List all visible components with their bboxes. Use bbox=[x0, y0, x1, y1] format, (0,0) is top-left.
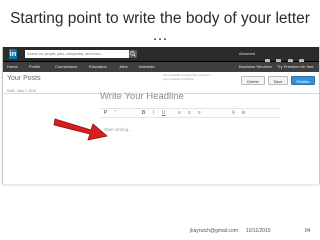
delete-button[interactable]: Delete bbox=[241, 76, 265, 85]
format-toolbar: P ” B I U ≡ ≡ ≡ ⚲ ⊘ bbox=[100, 108, 280, 118]
nav-bar: Home Profile Connections Education Jobs … bbox=[3, 62, 319, 72]
nav-business-services[interactable]: Business Services bbox=[239, 62, 272, 72]
italic-button[interactable]: I bbox=[150, 109, 157, 117]
search-icon bbox=[130, 51, 136, 57]
nav-interests[interactable]: Interests bbox=[139, 62, 154, 72]
footer-email: jkayrutch@gmail.com bbox=[190, 228, 238, 234]
promo-text: Join LinkedIn and get the most from your… bbox=[163, 74, 211, 81]
search-button[interactable] bbox=[129, 50, 137, 58]
underline-button[interactable]: U bbox=[160, 109, 167, 117]
linkedin-logo[interactable]: in bbox=[6, 49, 20, 59]
nav-home[interactable]: Home bbox=[7, 62, 18, 72]
headline-field[interactable]: Write Your Headline bbox=[100, 91, 184, 102]
page-number: 84 bbox=[305, 228, 311, 234]
your-posts-heading: Your Posts bbox=[7, 75, 41, 82]
align-center-button[interactable]: ≡ bbox=[186, 109, 193, 117]
linkedin-screenshot: in Advanced Home Profile Connections Edu… bbox=[2, 47, 320, 184]
slide-title: Starting point to write the body of your… bbox=[10, 10, 310, 44]
list-button[interactable]: ≡ bbox=[196, 109, 203, 117]
nav-try-premium[interactable]: Try Premium for free bbox=[277, 62, 314, 72]
save-button[interactable]: Save bbox=[268, 76, 288, 85]
bold-button[interactable]: B bbox=[140, 109, 147, 117]
quote-button[interactable]: ” bbox=[112, 109, 119, 117]
linkedin-top-bar: in Advanced bbox=[3, 47, 319, 64]
search-input[interactable] bbox=[25, 50, 129, 58]
unlink-icon[interactable]: ⊘ bbox=[240, 109, 247, 117]
footer-date: 10/11/2015 bbox=[246, 228, 271, 234]
publish-button[interactable]: Publish bbox=[291, 76, 315, 85]
nav-jobs[interactable]: Jobs bbox=[119, 62, 127, 72]
red-arrow-icon bbox=[53, 118, 108, 141]
nav-profile[interactable]: Profile bbox=[29, 62, 40, 72]
nav-connections[interactable]: Connections bbox=[55, 62, 77, 72]
link-icon[interactable]: ⚲ bbox=[230, 109, 237, 117]
align-left-button[interactable]: ≡ bbox=[176, 109, 183, 117]
advanced-search-link[interactable]: Advanced bbox=[239, 50, 255, 58]
nav-education[interactable]: Education bbox=[89, 62, 107, 72]
